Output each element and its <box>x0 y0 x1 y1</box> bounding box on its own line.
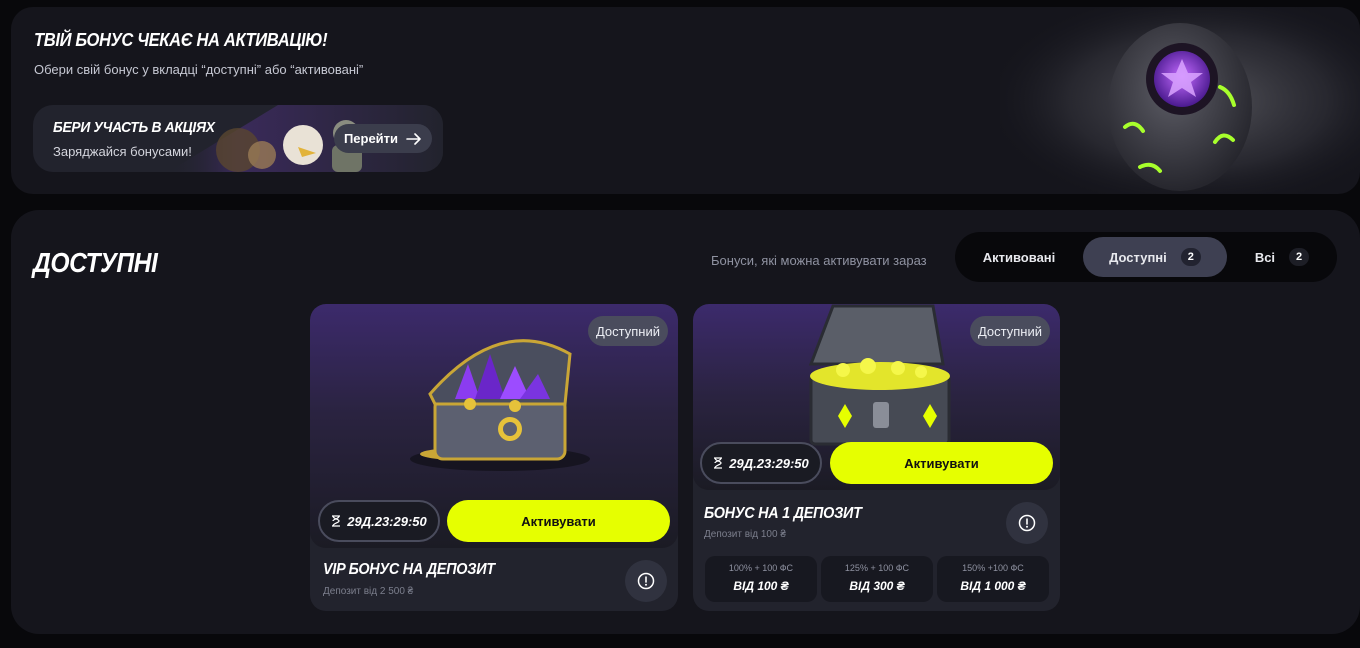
activate-button[interactable]: Активувати <box>447 500 670 542</box>
bonus-deposit: Депозит від 2 500 ₴ <box>323 586 414 597</box>
tab-label: Доступні <box>1109 249 1167 265</box>
timer-value: 29Д.23:29:50 <box>347 513 427 529</box>
hourglass-icon <box>714 457 723 469</box>
banner-title: ТВІЙ БОНУС ЧЕКАЄ НА АКТИВАЦІЮ! <box>34 30 328 50</box>
tab-activated[interactable]: Активовані <box>965 237 1073 277</box>
bonus-deposit: Депозит від 100 ₴ <box>704 529 786 540</box>
tier-min-deposit: ВІД 300 ₴ <box>849 579 905 593</box>
bonus-card-first-deposit: Доступний 29Д.23:29:50 Активувати БОНУС … <box>693 304 1060 611</box>
bonus-name: БОНУС НА 1 ДЕПОЗИТ <box>704 505 862 522</box>
tab-label: Всі <box>1254 249 1276 265</box>
card-image-area: Доступний 29Д.23:29:50 Активувати <box>693 304 1060 490</box>
banner-subtitle: Обери свій бонус у вкладці “доступні” аб… <box>34 62 364 77</box>
info-button[interactable] <box>625 560 667 602</box>
info-icon <box>637 572 655 590</box>
tier-min-deposit: ВІД 100 ₴ <box>733 579 789 593</box>
bonus-tier[interactable]: 125% + 100 ФС ВІД 300 ₴ <box>821 556 933 602</box>
bonuses-section: ДОСТУПНІ Бонуси, які можна активувати за… <box>11 210 1360 634</box>
status-badge: Доступний <box>587 316 668 346</box>
info-icon <box>1018 514 1036 532</box>
bonus-tier[interactable]: 150% +100 ФС ВІД 1 000 ₴ <box>937 556 1049 602</box>
countdown-timer: 29Д.23:29:50 <box>700 442 822 484</box>
tab-all[interactable]: Всі 2 <box>1237 237 1327 277</box>
hourglass-icon <box>332 515 341 527</box>
bonus-tier[interactable]: 100% + 100 ФС ВІД 100 ₴ <box>705 556 817 602</box>
bonus-tabs: Активовані Доступні 2 Всі 2 <box>955 232 1337 282</box>
card-image-area: Доступний 29Д.23:29:50 Активувати <box>310 304 678 548</box>
promo-title: БЕРИ УЧАСТЬ В АКЦІЯХ <box>53 119 215 136</box>
promo-card[interactable]: БЕРИ УЧАСТЬ В АКЦІЯХ Заряджайся бонусами… <box>33 105 443 172</box>
tab-available[interactable]: Доступні 2 <box>1083 237 1227 277</box>
tier-min-deposit: ВІД 1 000 ₴ <box>960 579 1026 593</box>
status-badge: Доступний <box>969 316 1050 346</box>
tier-offer: 125% + 100 ФС <box>844 563 910 573</box>
bonus-card-vip: Доступний 29Д.23:29:50 Активувати VIP БО… <box>310 304 678 611</box>
go-button-label: Перейти <box>343 131 399 146</box>
tab-label: Активовані <box>982 249 1056 265</box>
info-button[interactable] <box>1006 502 1048 544</box>
arrow-right-icon <box>406 132 421 145</box>
activate-button[interactable]: Активувати <box>830 442 1053 484</box>
bonus-name: VIP БОНУС НА ДЕПОЗИТ <box>323 561 495 578</box>
tier-offer: 100% + 100 ФС <box>728 563 794 573</box>
tier-offer: 150% +100 ФС <box>962 563 1024 573</box>
promo-subtitle: Заряджайся бонусами! <box>53 144 192 159</box>
timer-value: 29Д.23:29:50 <box>729 455 809 471</box>
countdown-timer: 29Д.23:29:50 <box>318 500 440 542</box>
section-hint: Бонуси, які можна активувати зараз <box>711 253 927 268</box>
go-button[interactable]: Перейти <box>334 124 432 153</box>
tab-count-badge: 2 <box>1180 248 1201 266</box>
tab-count-badge: 2 <box>1289 248 1310 266</box>
section-title: ДОСТУПНІ <box>33 247 158 278</box>
dragon-egg-icon <box>1000 7 1360 194</box>
bonus-banner: ТВІЙ БОНУС ЧЕКАЄ НА АКТИВАЦІЮ! Обери сві… <box>11 7 1360 194</box>
